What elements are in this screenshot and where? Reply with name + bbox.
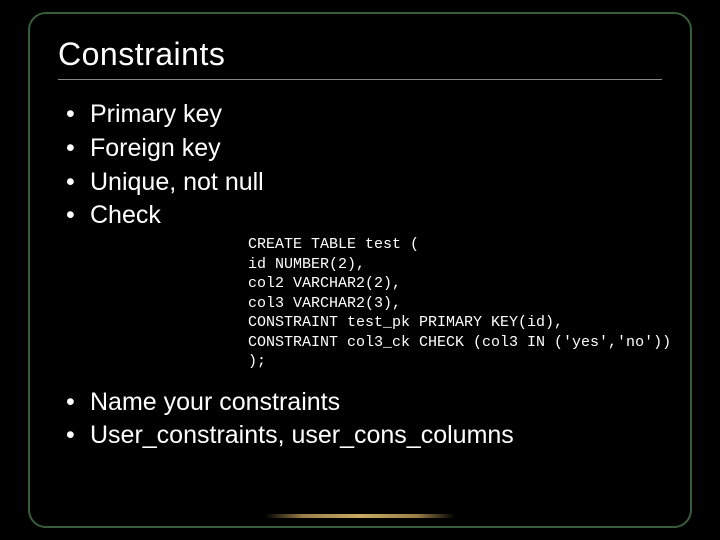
code-line: CREATE TABLE test ( xyxy=(248,236,419,253)
code-block: CREATE TABLE test ( id NUMBER(2), col2 V… xyxy=(248,235,662,372)
bullet-text: Unique, not null xyxy=(90,168,264,196)
list-item: User_constraints, user_cons_columns xyxy=(66,419,662,453)
slide-frame: Constraints Primary key Foreign key Uniq… xyxy=(28,12,692,528)
code-line: CONSTRAINT col3_ck CHECK (col3 IN ('yes'… xyxy=(248,334,671,351)
list-item: Foreign key xyxy=(66,132,662,166)
bottom-accent-bar xyxy=(265,514,455,518)
code-line: col3 VARCHAR2(3), xyxy=(248,295,401,312)
list-item: Name your constraints xyxy=(66,386,662,420)
list-item: Primary key xyxy=(66,98,662,132)
bullet-text: Name your constraints xyxy=(90,388,340,416)
list-item: Check xyxy=(66,199,662,233)
bullet-text: User_constraints, user_cons_columns xyxy=(90,421,514,449)
bullet-list-bottom: Name your constraints User_constraints, … xyxy=(66,386,662,454)
bullet-text: Foreign key xyxy=(90,134,221,162)
code-line: id NUMBER(2), xyxy=(248,256,365,273)
code-line: CONSTRAINT test_pk PRIMARY KEY(id), xyxy=(248,314,563,331)
title-underline xyxy=(58,79,662,80)
code-line: ); xyxy=(248,353,266,370)
slide-title: Constraints xyxy=(58,36,662,73)
bullet-list-top: Primary key Foreign key Unique, not null… xyxy=(66,98,662,233)
bullet-text: Check xyxy=(90,201,161,229)
list-item: Unique, not null xyxy=(66,166,662,200)
code-line: col2 VARCHAR2(2), xyxy=(248,275,401,292)
bullet-text: Primary key xyxy=(90,100,222,128)
